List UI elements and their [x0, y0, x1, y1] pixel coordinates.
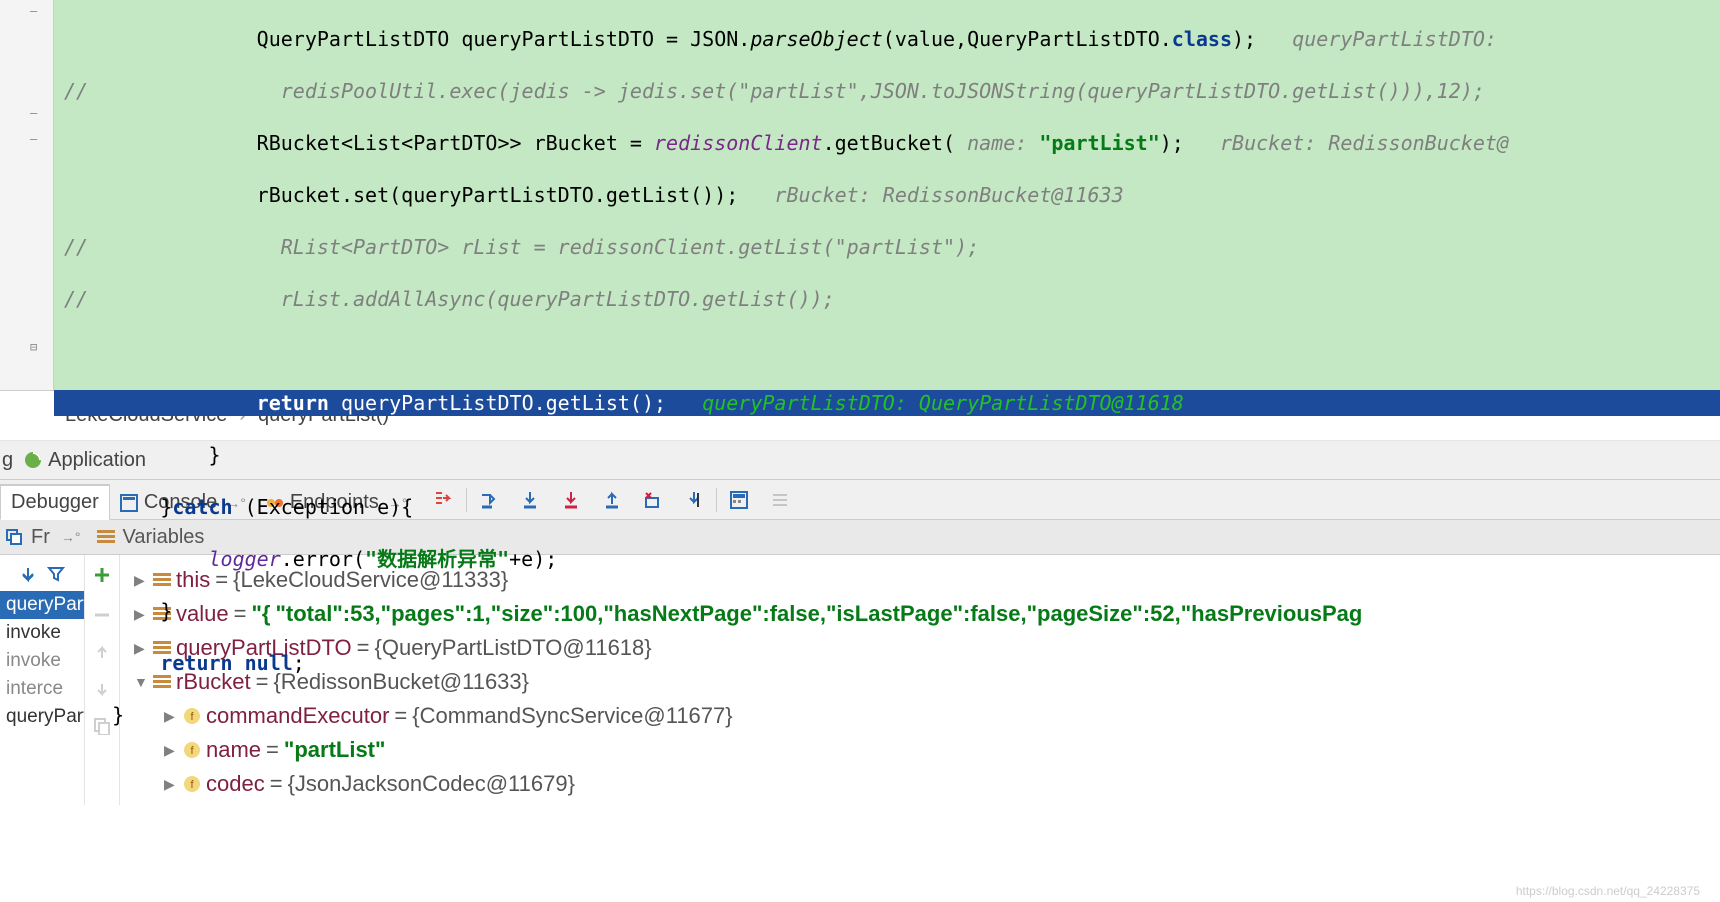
trace-current-stream-icon[interactable]	[761, 481, 799, 519]
copy-icon[interactable]	[93, 717, 111, 735]
remove-watch-icon[interactable]	[92, 605, 112, 625]
gutter-marker-icon: —	[30, 4, 37, 18]
watermark: https://blog.csdn.net/qq_24228375	[1516, 884, 1700, 898]
fold-icon[interactable]: ⊟	[30, 340, 37, 354]
gutter-marker-icon: —	[30, 106, 37, 120]
up-icon[interactable]	[94, 645, 110, 661]
current-execution-line: return queryPartListDTO.getList(); query…	[54, 390, 1720, 416]
code-content: QueryPartListDTO queryPartListDTO = JSON…	[0, 0, 1720, 780]
down-icon[interactable]	[94, 681, 110, 697]
gutter: — — — ⊟	[0, 0, 54, 390]
gutter-marker-icon: —	[30, 132, 37, 146]
code-editor[interactable]: — — — ⊟ QueryPartListDTO queryPartListDT…	[0, 0, 1720, 390]
